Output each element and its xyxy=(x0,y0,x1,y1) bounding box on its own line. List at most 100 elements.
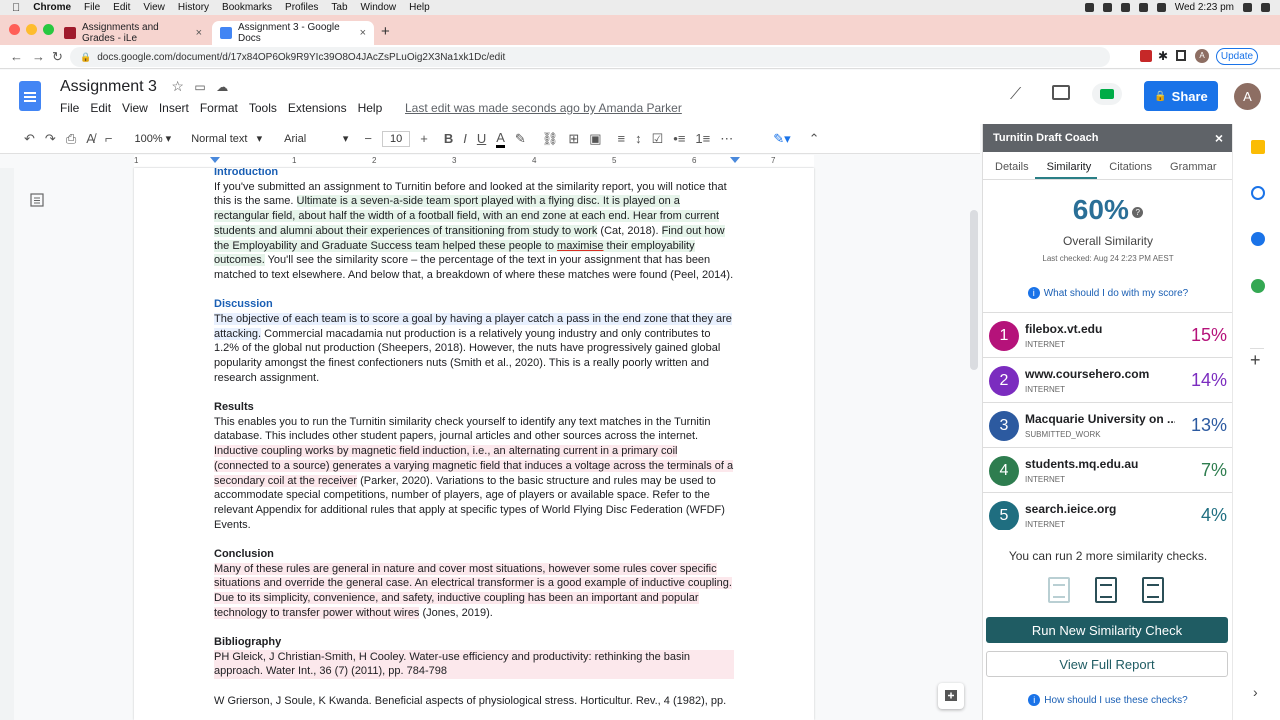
profile-avatar[interactable]: A xyxy=(1195,49,1209,63)
italic-icon[interactable]: I xyxy=(463,131,467,146)
match-item[interactable]: 5 search.ieice.org INTERNET 4% xyxy=(983,493,1233,530)
update-button[interactable]: Update xyxy=(1216,48,1258,65)
link-icon[interactable]: ⛓ xyxy=(542,131,559,147)
view-full-report-button[interactable]: View Full Report xyxy=(986,651,1228,677)
window-close-button[interactable] xyxy=(9,24,20,35)
contacts-icon[interactable] xyxy=(1251,232,1265,246)
activity-trend-icon[interactable]: ⟋ xyxy=(1010,86,1021,104)
spellcheck-icon[interactable]: A̸ xyxy=(86,131,95,146)
docs-menu-view[interactable]: View xyxy=(122,101,148,115)
docs-menu-extensions[interactable]: Extensions xyxy=(288,101,347,115)
bold-icon[interactable]: B xyxy=(444,131,453,146)
horizontal-ruler[interactable]: 1 1 2 3 4 5 6 7 xyxy=(134,155,814,167)
tab-grammar[interactable]: Grammar xyxy=(1158,152,1222,179)
document-body[interactable]: Introduction If you've submitted an assi… xyxy=(214,168,734,708)
share-button[interactable]: 🔒 Share xyxy=(1144,81,1218,111)
tasks-icon[interactable] xyxy=(1251,186,1265,200)
spotlight-icon[interactable] xyxy=(1243,3,1252,12)
control-center-icon[interactable] xyxy=(1261,3,1270,12)
paint-format-icon[interactable]: ⌐ xyxy=(105,131,113,146)
wifi-icon[interactable] xyxy=(1156,3,1166,12)
tab-similarity[interactable]: Similarity xyxy=(1034,152,1098,179)
mac-menu-bookmarks[interactable]: Bookmarks xyxy=(222,2,272,13)
account-avatar[interactable]: A xyxy=(1234,83,1261,110)
print-icon[interactable]: ⎙ xyxy=(66,131,76,147)
docs-menu-insert[interactable]: Insert xyxy=(159,101,189,115)
mac-menu-profiles[interactable]: Profiles xyxy=(285,2,318,13)
add-comment-icon[interactable]: ⊞ xyxy=(568,131,579,147)
last-edit-link[interactable]: Last edit was made seconds ago by Amanda… xyxy=(405,101,682,115)
window-minimize-button[interactable] xyxy=(26,24,37,35)
document-page[interactable]: Introduction If you've submitted an assi… xyxy=(134,168,814,720)
document-title[interactable]: Assignment 3 ☆ ▭ ☁ xyxy=(60,78,228,96)
clock[interactable]: Wed 2:23 pm xyxy=(1175,2,1234,13)
keep-icon[interactable] xyxy=(1251,140,1265,154)
match-item[interactable]: 4 students.mq.edu.au INTERNET 7% xyxy=(983,448,1233,493)
mac-menu-help[interactable]: Help xyxy=(409,2,430,13)
docs-menu-format[interactable]: Format xyxy=(200,101,238,115)
what-should-i-do-link[interactable]: i What should I do with my score? xyxy=(983,287,1233,299)
match-item[interactable]: 3 Macquarie University on ... SUBMITTED_… xyxy=(983,403,1233,448)
numbered-list-icon[interactable]: 1≡ xyxy=(695,131,710,146)
tab-citations[interactable]: Citations xyxy=(1097,152,1158,179)
reload-icon[interactable]: ↻ xyxy=(52,49,63,65)
star-icon[interactable]: ☆ xyxy=(171,78,184,94)
close-tab-icon[interactable]: × xyxy=(360,27,366,39)
bulleted-list-icon[interactable]: •≡ xyxy=(673,131,685,146)
text-color-icon[interactable]: A xyxy=(496,130,505,148)
left-indent-marker[interactable] xyxy=(210,157,220,163)
decrease-font-icon[interactable]: − xyxy=(364,131,372,146)
shield-icon[interactable] xyxy=(1120,3,1130,12)
document-scrollbar[interactable] xyxy=(970,210,978,370)
close-panel-icon[interactable]: × xyxy=(1215,130,1223,146)
close-tab-icon[interactable]: × xyxy=(196,27,202,39)
document-title-text[interactable]: Assignment 3 xyxy=(60,78,157,95)
document-outline-icon[interactable] xyxy=(30,193,44,207)
docs-menu-help[interactable]: Help xyxy=(358,101,383,115)
expand-panel-icon[interactable]: › xyxy=(1253,684,1258,700)
battery-icon[interactable] xyxy=(1138,3,1148,12)
insert-image-icon[interactable]: ▣ xyxy=(589,131,601,147)
style-select[interactable]: Normal text ▾ xyxy=(191,132,262,145)
mac-app-name[interactable]: Chrome xyxy=(33,2,71,13)
browser-tab-docs[interactable]: Assignment 3 - Google Docs × xyxy=(212,21,374,45)
checklist-icon[interactable]: ☑ xyxy=(652,131,664,147)
mac-menu-file[interactable]: File xyxy=(84,2,100,13)
screen-record-icon[interactable] xyxy=(1102,3,1112,12)
highlight-icon[interactable]: ✎ xyxy=(515,131,526,147)
forward-icon[interactable]: → xyxy=(32,49,45,64)
browser-tab-ilearn[interactable]: Assignments and Grades - iLe × xyxy=(56,21,210,45)
meet-icon[interactable] xyxy=(1092,83,1122,105)
more-icon[interactable]: ⋯ xyxy=(720,131,733,147)
align-icon[interactable]: ≡ xyxy=(618,131,626,146)
window-zoom-button[interactable] xyxy=(43,24,54,35)
address-bar[interactable]: 🔒 docs.google.com/document/d/17x84OP6Ok9… xyxy=(70,47,1110,67)
line-spacing-icon[interactable]: ↕ xyxy=(635,131,642,146)
help-icon[interactable]: ? xyxy=(1132,207,1144,218)
lock-icon[interactable]: 🔒 xyxy=(80,52,91,63)
match-list[interactable]: 1 filebox.vt.edu INTERNET 15% 2 www.cour… xyxy=(983,312,1233,530)
match-item[interactable]: 1 filebox.vt.edu INTERNET 15% xyxy=(983,313,1233,358)
zoom-select[interactable]: 100% ▾ xyxy=(134,132,171,145)
how-to-use-checks-link[interactable]: i How should I use these checks? xyxy=(983,694,1233,706)
right-indent-marker[interactable] xyxy=(730,157,740,163)
docs-menu-file[interactable]: File xyxy=(60,101,79,115)
maps-icon[interactable] xyxy=(1251,279,1265,293)
sidepanel-icon[interactable] xyxy=(1176,50,1186,61)
mac-menu-history[interactable]: History xyxy=(178,2,209,13)
comments-icon[interactable] xyxy=(1052,85,1070,100)
editing-mode-icon[interactable]: ✎▾ xyxy=(773,131,790,147)
font-select[interactable]: Arial ▾ xyxy=(284,132,348,145)
new-tab-icon[interactable]: + xyxy=(381,23,390,40)
move-folder-icon[interactable]: ▭ xyxy=(194,80,205,94)
redo-icon[interactable]: ↷ xyxy=(45,131,56,147)
cloud-status-icon[interactable]: ☁ xyxy=(216,80,228,94)
mac-menu-view[interactable]: View xyxy=(143,2,165,13)
tab-details[interactable]: Details xyxy=(983,152,1035,179)
run-similarity-check-button[interactable]: Run New Similarity Check xyxy=(986,617,1228,643)
mac-menu-tab[interactable]: Tab xyxy=(331,2,347,13)
match-item[interactable]: 2 www.coursehero.com INTERNET 14% xyxy=(983,358,1233,403)
vertical-ruler[interactable] xyxy=(0,168,14,720)
puzzle-icon[interactable]: ✱ xyxy=(1158,49,1168,63)
mac-menu-edit[interactable]: Edit xyxy=(113,2,130,13)
